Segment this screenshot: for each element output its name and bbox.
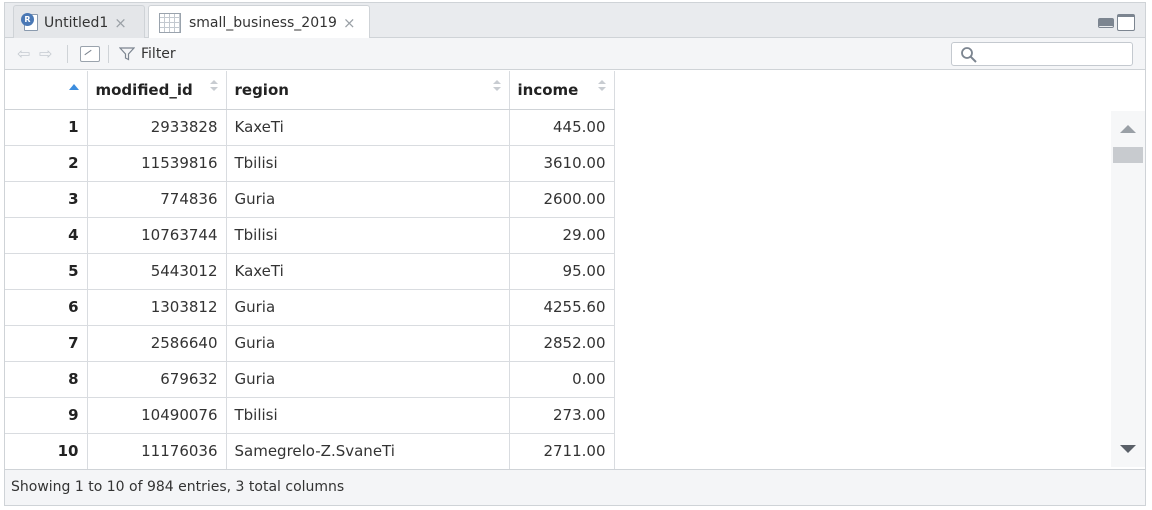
modified-id-cell[interactable]: 2586640 [87, 325, 227, 362]
income-cell[interactable]: 95.00 [509, 253, 615, 290]
table-row[interactable]: 10 11176036 Samegrelo-Z.SvaneTi 2711.00 [5, 433, 615, 470]
scroll-down-icon[interactable] [1120, 445, 1136, 453]
table-row[interactable]: 8 679632 Guria 0.00 [5, 361, 615, 398]
toolbar-separator [67, 44, 68, 63]
data-viewer-pane: R Untitled1 × small_business_2019 × ⇦ ⇨ … [4, 2, 1146, 506]
sort-icon [492, 80, 501, 94]
tab-small-business-2019[interactable]: small_business_2019 × [148, 5, 370, 39]
region-cell[interactable]: Tbilisi [226, 397, 510, 434]
data-table: modified_id region income 1 2933828 KaxeTi… [5, 71, 615, 470]
table-area: modified_id region income 1 2933828 KaxeTi… [5, 71, 1145, 470]
row-number-cell[interactable]: 5 [5, 253, 88, 290]
minimize-icon[interactable] [1098, 18, 1114, 28]
modified-id-cell[interactable]: 10763744 [87, 217, 227, 254]
sort-icon [597, 80, 606, 94]
window-controls [1098, 14, 1135, 31]
row-number-cell[interactable]: 9 [5, 397, 88, 434]
row-number-cell[interactable]: 6 [5, 289, 88, 326]
region-cell[interactable]: Tbilisi [226, 217, 510, 254]
search-box[interactable] [951, 42, 1133, 66]
forward-arrow-icon[interactable]: ⇨ [39, 45, 59, 62]
popout-window-icon[interactable] [80, 45, 100, 62]
toolbar: ⇦ ⇨ Filter [5, 38, 1145, 70]
search-icon [961, 47, 977, 63]
sort-ascending-icon [69, 84, 79, 90]
column-header-rownum[interactable] [5, 71, 88, 110]
status-footer: Showing 1 to 10 of 984 entries, 3 total … [5, 469, 1145, 505]
table-row[interactable]: 6 1303812 Guria 4255.60 [5, 289, 615, 326]
toolbar-separator [108, 44, 109, 63]
row-number-cell[interactable]: 2 [5, 145, 88, 182]
income-cell[interactable]: 445.00 [509, 109, 615, 146]
scrollbar-thumb[interactable] [1113, 147, 1143, 163]
scroll-up-icon[interactable] [1120, 125, 1136, 133]
column-header-label: region [234, 80, 289, 99]
income-cell[interactable]: 2711.00 [509, 433, 615, 470]
modified-id-cell[interactable]: 679632 [87, 361, 227, 398]
row-number-cell[interactable]: 7 [5, 325, 88, 362]
column-header-modified-id[interactable]: modified_id [87, 71, 227, 110]
tab-label: small_business_2019 [189, 14, 337, 31]
table-row[interactable]: 5 5443012 KaxeTi 95.00 [5, 253, 615, 290]
row-number-cell[interactable]: 3 [5, 181, 88, 218]
income-cell[interactable]: 3610.00 [509, 145, 615, 182]
row-number-cell[interactable]: 1 [5, 109, 88, 146]
row-number-cell[interactable]: 8 [5, 361, 88, 398]
column-header-label: modified_id [95, 80, 193, 99]
modified-id-cell[interactable]: 1303812 [87, 289, 227, 326]
region-cell[interactable]: KaxeTi [226, 109, 510, 146]
modified-id-cell[interactable]: 2933828 [87, 109, 227, 146]
region-cell[interactable]: Guria [226, 181, 510, 218]
modified-id-cell[interactable]: 5443012 [87, 253, 227, 290]
vertical-scrollbar[interactable] [1111, 111, 1145, 467]
column-header-income[interactable]: income [509, 71, 615, 110]
table-row[interactable]: 1 2933828 KaxeTi 445.00 [5, 109, 615, 146]
region-cell[interactable]: Tbilisi [226, 145, 510, 182]
search-input[interactable] [982, 45, 1127, 63]
data-grid-icon [159, 12, 181, 33]
entries-status: Showing 1 to 10 of 984 entries, 3 total … [11, 479, 345, 495]
modified-id-cell[interactable]: 774836 [87, 181, 227, 218]
sort-icon [209, 80, 218, 94]
close-icon[interactable]: × [114, 14, 127, 32]
row-number-cell[interactable]: 4 [5, 217, 88, 254]
filter-label: Filter [141, 45, 176, 62]
table-row[interactable]: 7 2586640 Guria 2852.00 [5, 325, 615, 362]
table-row[interactable]: 3 774836 Guria 2600.00 [5, 181, 615, 218]
tab-label: Untitled1 [44, 14, 109, 31]
modified-id-cell[interactable]: 11176036 [87, 433, 227, 470]
table-row[interactable]: 2 11539816 Tbilisi 3610.00 [5, 145, 615, 182]
region-cell[interactable]: KaxeTi [226, 253, 510, 290]
modified-id-cell[interactable]: 10490076 [87, 397, 227, 434]
table-row[interactable]: 4 10763744 Tbilisi 29.00 [5, 217, 615, 254]
income-cell[interactable]: 2852.00 [509, 325, 615, 362]
column-header-label: income [517, 80, 579, 99]
income-cell[interactable]: 2600.00 [509, 181, 615, 218]
region-cell[interactable]: Guria [226, 289, 510, 326]
income-cell[interactable]: 4255.60 [509, 289, 615, 326]
tab-untitled1[interactable]: R Untitled1 × [13, 5, 145, 39]
header-row: modified_id region income [5, 71, 615, 110]
filter-button[interactable]: Filter [119, 46, 176, 62]
modified-id-cell[interactable]: 11539816 [87, 145, 227, 182]
maximize-icon[interactable] [1117, 14, 1135, 31]
r-document-icon: R [21, 13, 38, 31]
region-cell[interactable]: Guria [226, 325, 510, 362]
close-icon[interactable]: × [343, 14, 356, 32]
back-arrow-icon[interactable]: ⇦ [17, 45, 37, 62]
table-body: 1 2933828 KaxeTi 445.00 2 11539816 Tbilisi 3610… [5, 109, 615, 470]
income-cell[interactable]: 273.00 [509, 397, 615, 434]
income-cell[interactable]: 29.00 [509, 217, 615, 254]
table-row[interactable]: 9 10490076 Tbilisi 273.00 [5, 397, 615, 434]
funnel-icon [119, 46, 135, 60]
tab-bar: R Untitled1 × small_business_2019 × [5, 3, 1145, 39]
column-header-region[interactable]: region [226, 71, 510, 110]
region-cell[interactable]: Guria [226, 361, 510, 398]
income-cell[interactable]: 0.00 [509, 361, 615, 398]
region-cell[interactable]: Samegrelo-Z.SvaneTi [226, 433, 510, 470]
row-number-cell[interactable]: 10 [5, 433, 88, 470]
